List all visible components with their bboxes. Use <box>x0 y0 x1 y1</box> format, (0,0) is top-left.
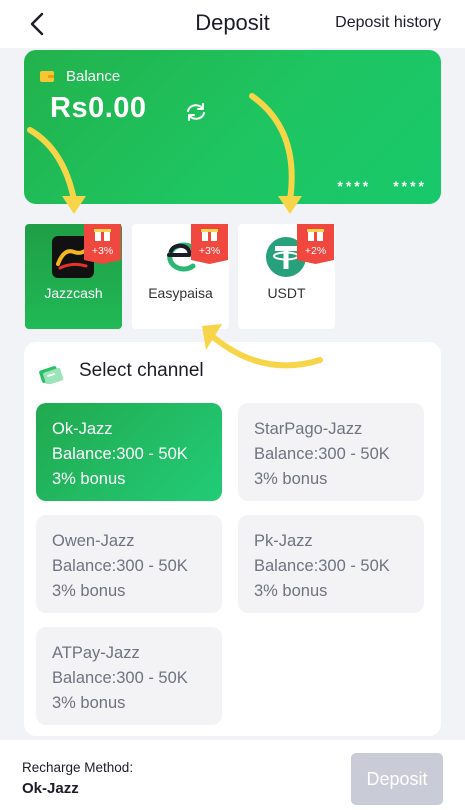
channel-bonus: 3% bonus <box>52 470 126 488</box>
channel-bonus: 3% bonus <box>254 470 328 488</box>
channel-card[interactable]: Owen-Jazz Balance:300 - 50K 3% bonus <box>36 515 222 613</box>
method-easypaisa[interactable]: Easypaisa +3% <box>132 224 229 329</box>
balance-label: Balance <box>66 68 121 85</box>
method-label: Easypaisa <box>148 285 213 301</box>
bonus-badge-text: +3% <box>198 245 221 257</box>
method-label: Jazzcash <box>44 285 103 301</box>
bottom-bar: Recharge Method: Ok-Jazz Deposit <box>0 740 465 810</box>
card-mask-1: **** <box>337 178 372 194</box>
card-number-mask: **** **** <box>315 178 427 194</box>
channel-card[interactable]: Ok-Jazz Balance:300 - 50K 3% bonus <box>36 403 222 501</box>
recharge-method-label: Recharge Method: <box>22 760 134 775</box>
method-usdt[interactable]: USDT +2% <box>238 224 335 329</box>
deposit-button[interactable]: Deposit <box>351 753 443 805</box>
gift-badge-icon <box>297 224 334 264</box>
wallet-icon <box>40 71 54 82</box>
channel-card[interactable]: Pk-Jazz Balance:300 - 50K 3% bonus <box>238 515 424 613</box>
channel-name: StarPago-Jazz <box>254 420 363 438</box>
channel-name: Ok-Jazz <box>52 420 113 438</box>
method-label: USDT <box>267 285 306 301</box>
card-channel-icon <box>39 366 64 384</box>
channel-balance: Balance:300 - 50K <box>52 445 188 463</box>
recharge-method-value: Ok-Jazz <box>22 780 79 797</box>
deposit-history-link[interactable]: Deposit history <box>335 14 441 32</box>
channel-name: ATPay-Jazz <box>52 644 140 662</box>
channel-name: Pk-Jazz <box>254 532 313 550</box>
method-jazzcash[interactable]: Jazzcash +3% <box>25 224 122 329</box>
channel-balance: Balance:300 - 50K <box>254 445 390 463</box>
select-channel-title: Select channel <box>79 360 204 381</box>
balance-amount: Rs0.00 <box>50 92 147 124</box>
channel-name: Owen-Jazz <box>52 532 135 550</box>
channel-bonus: 3% bonus <box>52 694 126 712</box>
channel-card[interactable]: ATPay-Jazz Balance:300 - 50K 3% bonus <box>36 627 222 725</box>
balance-card: Balance Rs0.00 **** **** <box>24 50 441 204</box>
channel-bonus: 3% bonus <box>254 582 328 600</box>
bonus-badge-text: +3% <box>91 245 114 257</box>
top-bar: Deposit Deposit history <box>0 0 465 48</box>
channel-balance: Balance:300 - 50K <box>254 557 390 575</box>
channel-card[interactable]: StarPago-Jazz Balance:300 - 50K 3% bonus <box>238 403 424 501</box>
channel-panel: Select channel Ok-Jazz Balance:300 - 50K… <box>24 342 441 736</box>
card-mask-2: **** <box>393 178 427 194</box>
gift-badge-icon <box>84 224 121 264</box>
channel-bonus: 3% bonus <box>52 582 126 600</box>
channel-balance: Balance:300 - 50K <box>52 669 188 687</box>
gift-badge-icon <box>191 224 228 264</box>
refresh-icon[interactable] <box>184 102 208 122</box>
bonus-badge-text: +2% <box>304 245 327 257</box>
channel-balance: Balance:300 - 50K <box>52 557 188 575</box>
